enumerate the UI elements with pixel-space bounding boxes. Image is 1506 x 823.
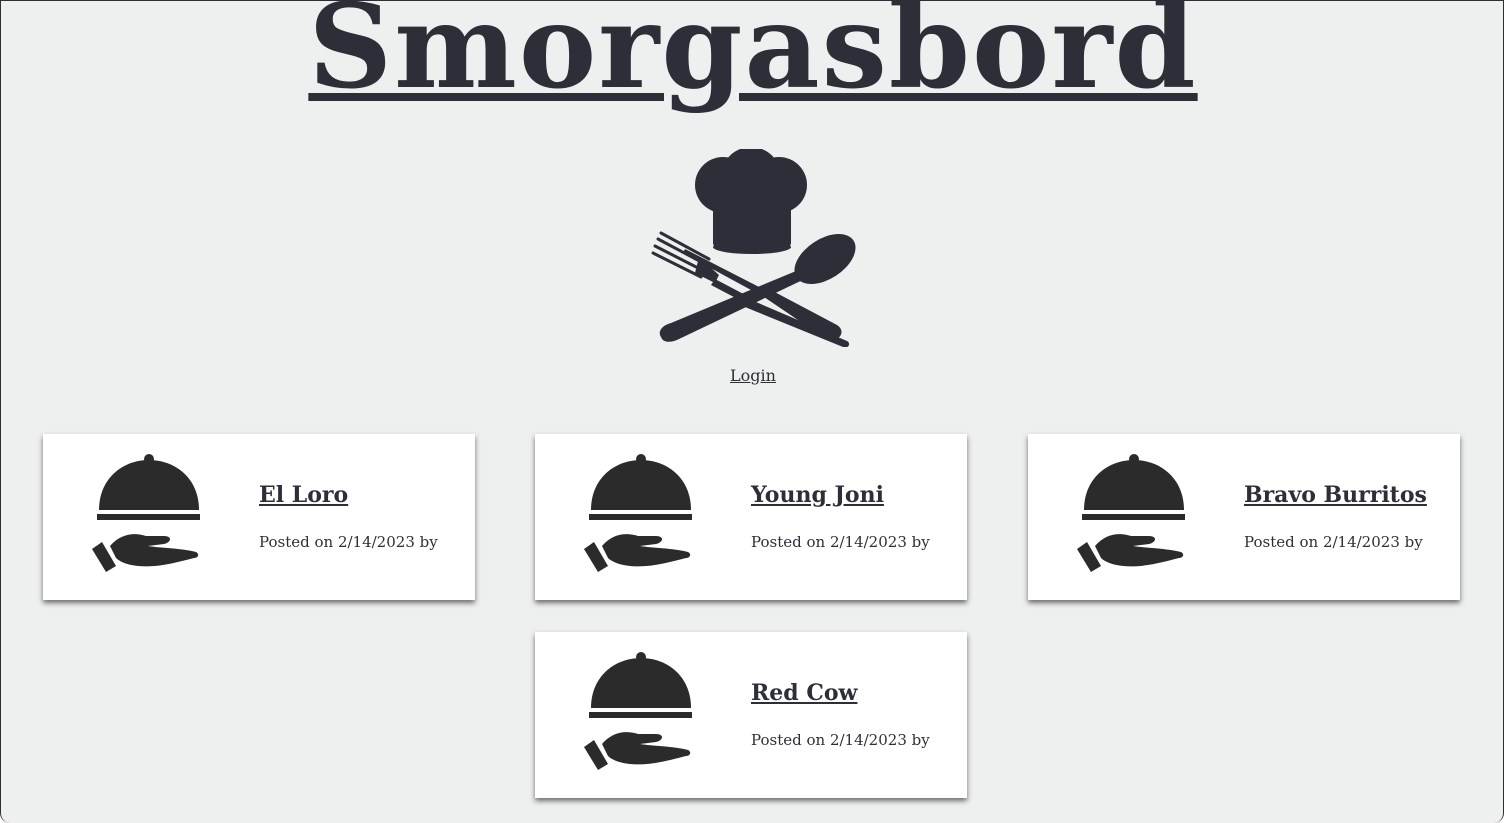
restaurant-name[interactable]: Red Cow: [751, 680, 857, 706]
restaurant-card-bravo-burritos[interactable]: Bravo Burritos Posted on 2/14/2023 by: [1028, 434, 1460, 600]
login-link[interactable]: Login: [1, 366, 1503, 385]
posted-info: Posted on 2/14/2023 by: [1244, 533, 1423, 551]
serving-dish-icon: [88, 454, 201, 572]
restaurant-card-young-joni[interactable]: Young Joni Posted on 2/14/2023 by: [535, 434, 967, 600]
posted-info: Posted on 2/14/2023 by: [751, 731, 930, 749]
restaurant-card-red-cow[interactable]: Red Cow Posted on 2/14/2023 by: [535, 632, 967, 798]
restaurant-name[interactable]: El Loro: [259, 482, 348, 508]
restaurant-card-el-loro[interactable]: El Loro Posted on 2/14/2023 by: [43, 434, 475, 600]
restaurant-name[interactable]: Bravo Burritos: [1244, 482, 1427, 508]
chef-logo-icon: [649, 147, 859, 348]
posted-info: Posted on 2/14/2023 by: [259, 533, 438, 551]
site-title[interactable]: Smorgasbord: [1, 1, 1503, 115]
serving-dish-icon: [580, 454, 693, 572]
posted-info: Posted on 2/14/2023 by: [751, 533, 930, 551]
serving-dish-icon: [1073, 454, 1186, 572]
restaurant-name[interactable]: Young Joni: [751, 482, 884, 508]
page-frame: Smorgasbord Login El Loro Posted on 2/14…: [0, 0, 1504, 823]
serving-dish-icon: [580, 652, 693, 770]
